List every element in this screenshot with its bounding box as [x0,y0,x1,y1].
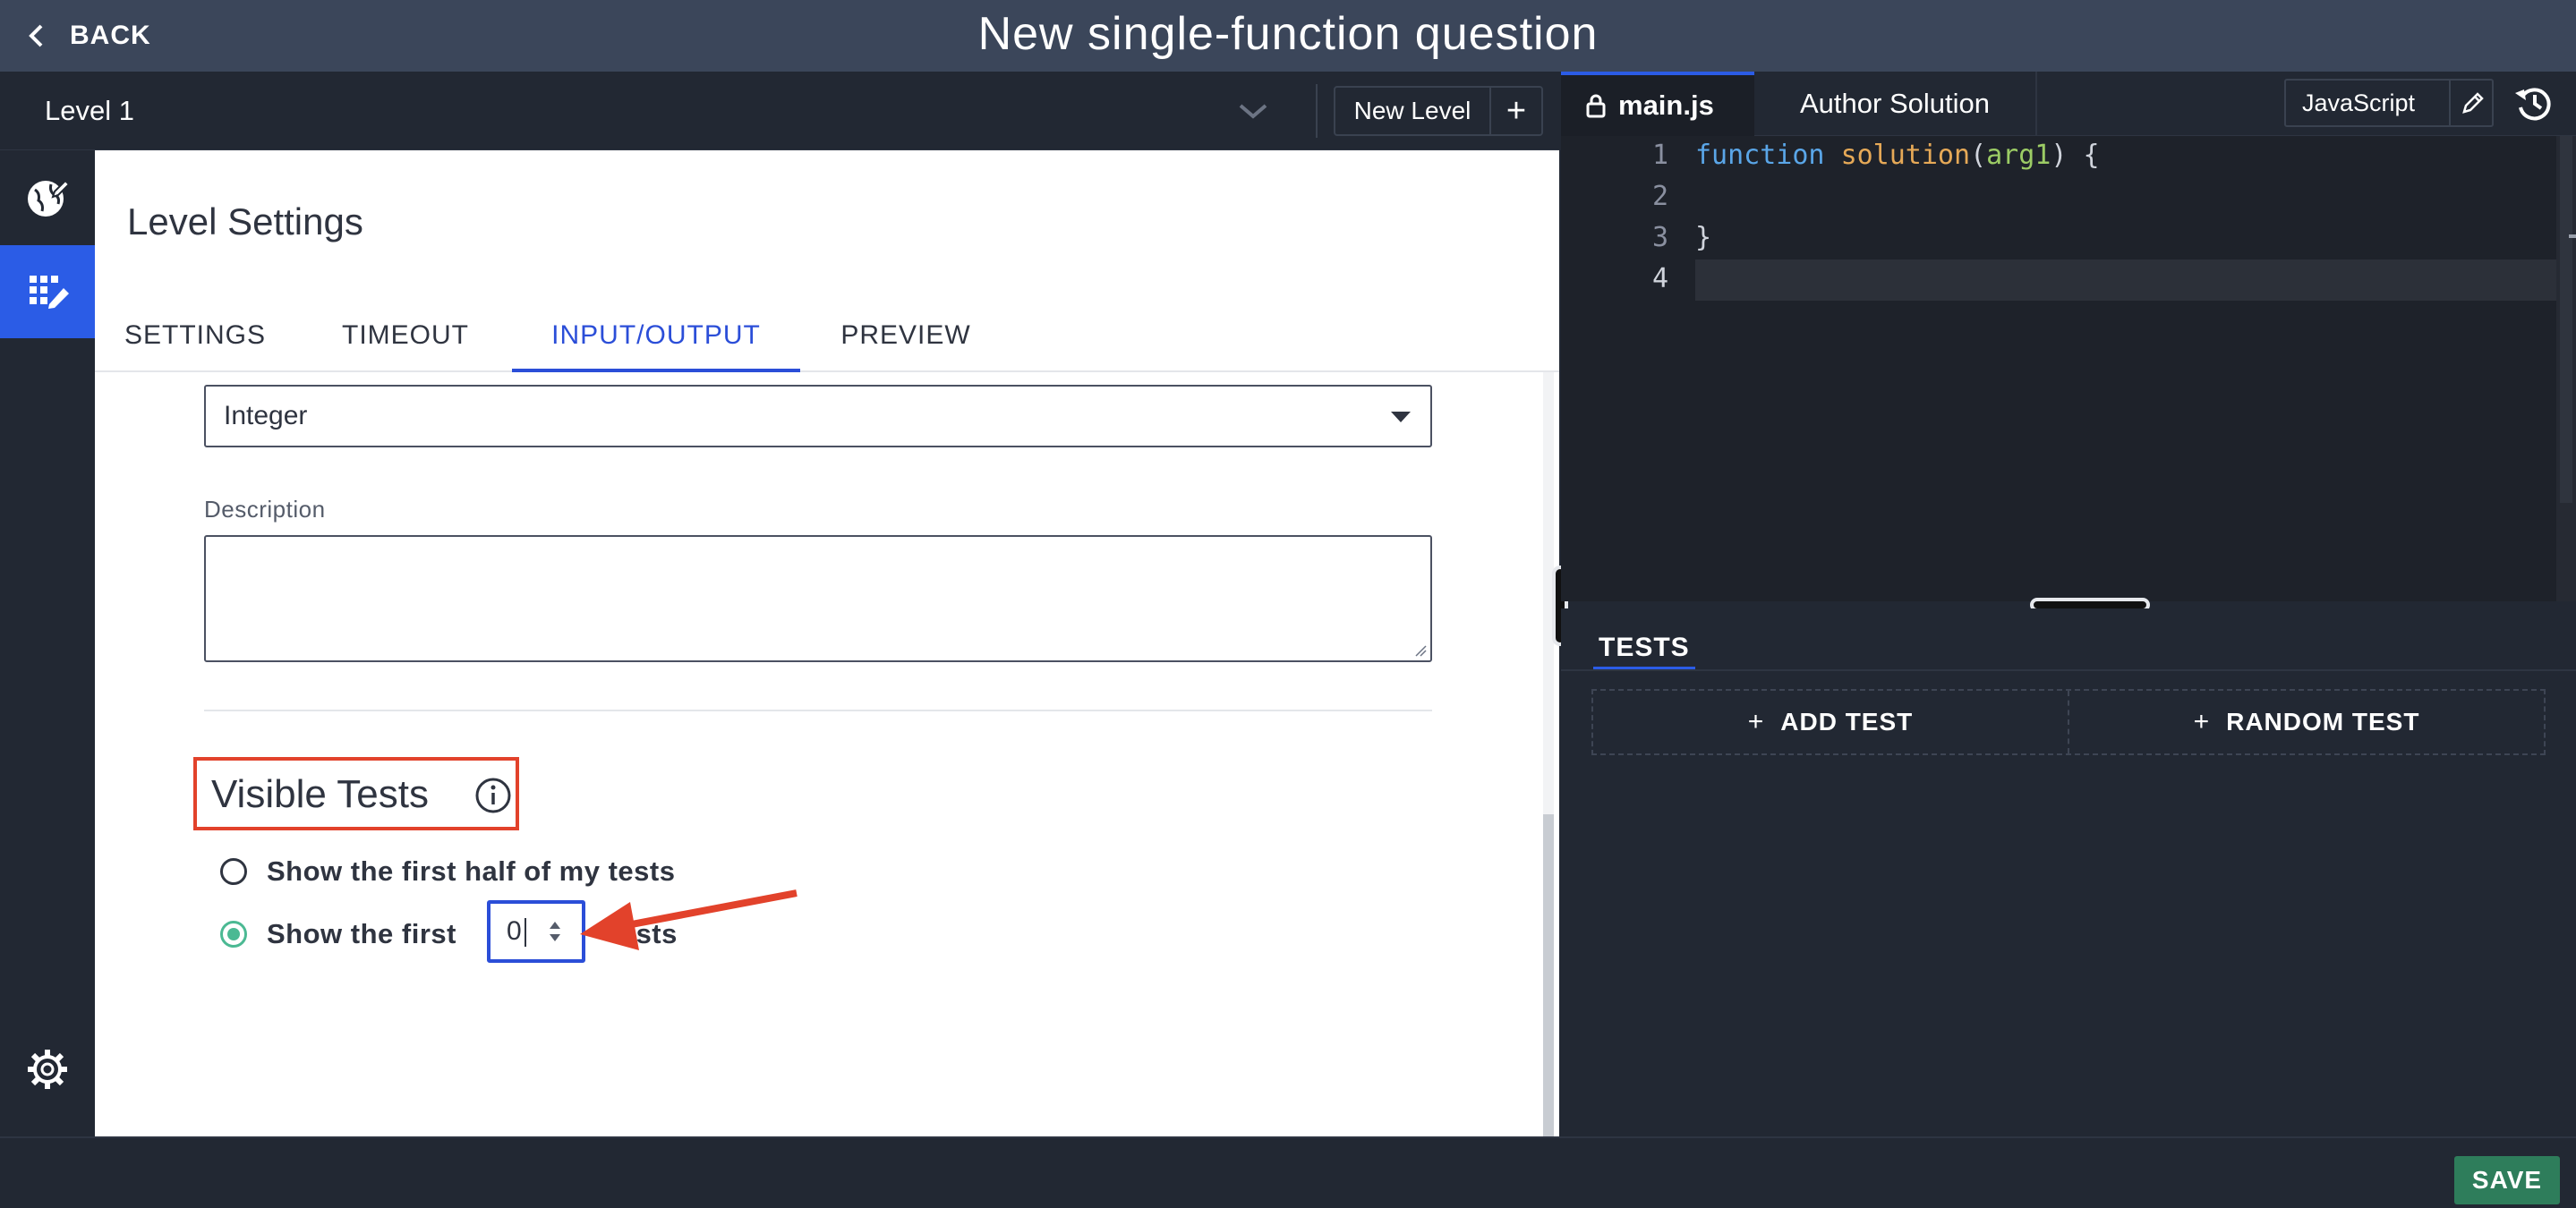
icon-rail [0,150,95,1136]
line-number: 2 [1651,181,1668,212]
new-level-control: New Level + [1334,86,1543,136]
code-scrollbar-thumb[interactable] [2560,136,2572,503]
language-label[interactable]: JavaScript [2302,81,2415,125]
code-scrollbar[interactable] [2556,136,2576,601]
panel-scrollbar[interactable] [1543,372,1554,1136]
resize-grip-icon[interactable] [1412,642,1427,657]
caret-down-icon [1391,412,1411,422]
annotation-arrow-icon [580,889,798,950]
tab-preview[interactable]: PREVIEW [827,302,985,372]
code-token: ( [1970,140,1987,171]
code-token: ) { [2051,140,2100,171]
tab-main-js[interactable]: main.js [1561,72,1754,136]
scrollbar-cursor-mark [2569,234,2576,238]
line-number: 3 [1651,222,1668,253]
random-test-button[interactable]: + RANDOM TEST [2068,691,2544,753]
add-test-button[interactable]: + ADD TEST [1593,691,2068,753]
type-select-value: Integer [224,401,308,430]
first-count-value: 0 [507,916,522,946]
code-editor[interactable]: 1 2 3 4 function solution(arg1) { } [1561,136,2576,601]
top-bar: BACK New single-function question [0,0,2576,72]
level-name[interactable]: Level 1 [45,72,134,150]
pencil-icon[interactable] [2460,89,2486,116]
text-cursor [525,918,526,947]
line-number: 4 [1651,263,1668,294]
history-reset-icon[interactable] [2512,81,2556,125]
info-icon[interactable] [474,777,512,814]
add-test-label: ADD TEST [1780,708,1914,736]
save-button[interactable]: SAVE [2454,1156,2560,1204]
radio-half[interactable] [220,858,247,885]
plus-icon: + [1747,707,1765,736]
plus-icon: + [2193,707,2211,736]
code-line: } [1695,222,1711,253]
new-level-button[interactable]: New Level [1335,88,1491,134]
page-title: New single-function question [977,8,1599,60]
lock-icon [1586,94,1606,118]
chevron-down-icon[interactable] [1235,97,1271,125]
tab-timeout[interactable]: TIMEOUT [329,302,482,372]
code-token: function [1695,140,1841,171]
footer-bar: SAVE [0,1136,2576,1208]
tests-actions: + ADD TEST + RANDOM TEST [1591,689,2546,755]
option-first-label: Show the first [267,918,456,949]
radio-first[interactable] [220,921,247,948]
code-token: arg1 [1986,140,2051,171]
divider [2449,81,2451,125]
code-line: function solution(arg1) { [1695,140,2100,171]
divider [1316,84,1318,138]
tab-author-solution[interactable]: Author Solution [1754,72,2037,136]
code-token: } [1695,222,1712,253]
globe-edit-icon [28,179,71,217]
tab-input-output[interactable]: INPUT/OUTPUT [512,302,800,372]
line-number: 1 [1651,140,1668,171]
rail-item-grid-edit[interactable] [0,245,95,338]
panel-scrollbar-thumb[interactable] [1543,814,1554,1136]
random-test-label: RANDOM TEST [2226,708,2420,736]
divider [1561,669,2576,671]
tests-panel: TESTS + ADD TEST + RANDOM TEST [1561,608,2576,1136]
type-select[interactable]: Integer [204,385,1432,447]
settings-tabs: SETTINGS TIMEOUT INPUT/OUTPUT PREVIEW [95,302,1559,372]
level-bar: Level 1 New Level + [0,72,1559,150]
tab-tests[interactable]: TESTS [1593,625,1695,671]
panel-title: Level Settings [127,200,363,242]
editor-tabs: main.js Author Solution JavaScript [1561,72,2576,136]
code-token: solution [1840,140,1971,171]
visible-tests-title: Visible Tests [211,772,429,816]
gear-icon [28,1050,67,1089]
current-line-highlight [1695,259,2576,301]
rail-item-globe[interactable] [0,150,95,243]
tab-settings[interactable]: SETTINGS [106,302,285,372]
description-label: Description [204,496,326,523]
level-settings-panel: Level Settings SETTINGS TIMEOUT INPUT/OU… [95,150,1559,1136]
section-divider [204,710,1432,711]
option-first-row[interactable]: Show the first [220,918,456,950]
visible-tests-highlight: Visible Tests [193,757,519,830]
tab-main-js-label: main.js [1618,89,1714,121]
add-level-button[interactable]: + [1491,88,1541,134]
rail-item-settings[interactable] [0,1045,95,1093]
grid-edit-icon [30,276,69,309]
description-field[interactable] [204,535,1432,662]
language-control: JavaScript [2284,79,2494,127]
